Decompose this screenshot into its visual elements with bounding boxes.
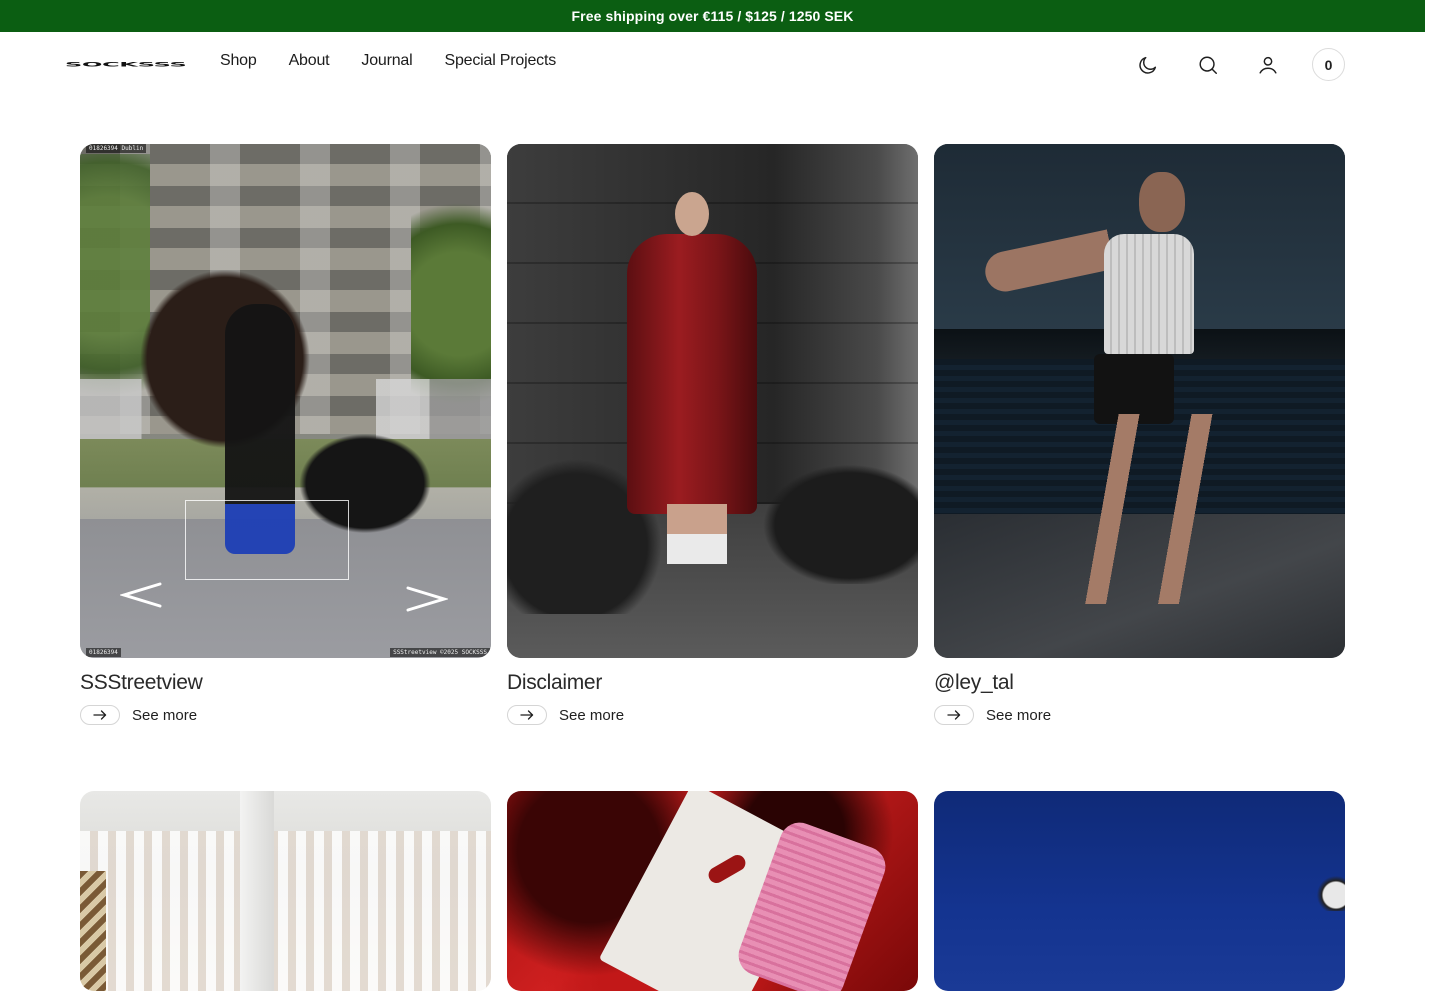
search-button[interactable]	[1192, 49, 1224, 81]
see-more-label: See more	[132, 706, 198, 724]
photo-curtain	[80, 831, 491, 991]
main-nav: Shop About Journal Special Projects	[220, 52, 556, 70]
user-icon	[1259, 56, 1277, 74]
arrow-right-icon	[934, 705, 974, 725]
photo-model-head	[1139, 172, 1185, 232]
project-card-disclaimer: Disclaimer See more	[507, 144, 918, 725]
nav-item-special-projects[interactable]: Special Projects	[444, 52, 556, 70]
photo-striped-fabric	[80, 871, 106, 991]
search-icon	[1199, 55, 1217, 74]
project-card	[80, 791, 491, 991]
project-image-disclaimer[interactable]	[507, 144, 918, 658]
cart-count: 0	[1324, 56, 1333, 73]
photo-helmet	[1315, 871, 1345, 911]
photo-crocodile	[748, 454, 918, 584]
see-more-link[interactable]: See more	[507, 705, 918, 725]
project-title[interactable]: @ley_tal	[934, 670, 1345, 696]
photo-model-head	[675, 192, 709, 236]
streetview-id-tag: 01826394	[86, 648, 121, 657]
see-more-label: See more	[986, 706, 1052, 724]
see-more-link[interactable]: See more	[934, 705, 1345, 725]
logo[interactable]: SOCKSSS	[65, 58, 187, 70]
project-card	[934, 791, 1345, 991]
project-image-ssstreetview[interactable]: 01826394 Dublin 01826394 SSStreetview ©2…	[80, 144, 491, 658]
see-more-link[interactable]: See more	[80, 705, 491, 725]
project-title[interactable]: Disclaimer	[507, 670, 918, 696]
photo-red-coat	[627, 234, 757, 514]
project-image[interactable]	[507, 791, 918, 991]
projects-grid: 01826394 Dublin 01826394 SSStreetview ©2…	[80, 144, 1345, 991]
nav-item-journal[interactable]: Journal	[361, 52, 412, 70]
arrow-right-icon	[80, 705, 120, 725]
project-card-ley-tal: @ley_tal See more	[934, 144, 1345, 725]
nav-item-about[interactable]: About	[289, 52, 330, 70]
project-image[interactable]	[80, 791, 491, 991]
see-more-label: See more	[559, 706, 625, 724]
logo-text: SOCKSSS	[65, 60, 187, 68]
cart-button[interactable]: 0	[1312, 48, 1345, 81]
nav-item-shop[interactable]: Shop	[220, 52, 257, 70]
project-card	[507, 791, 918, 991]
photo-beam	[240, 791, 274, 991]
streetview-location-tag: 01826394 Dublin	[86, 144, 147, 153]
shipping-banner: Free shipping over €115 / $125 / 1250 SE…	[0, 0, 1425, 32]
streetview-copyright-tag: SSStreetview ©2025 SOCKSSS	[390, 648, 490, 657]
next-arrow-icon[interactable]	[404, 584, 448, 614]
header-actions: 0	[1104, 48, 1345, 81]
moon-icon	[1139, 56, 1157, 74]
project-image-ley-tal[interactable]	[934, 144, 1345, 658]
project-image[interactable]	[934, 791, 1345, 991]
theme-toggle-button[interactable]	[1132, 49, 1164, 81]
project-card-ssstreetview: 01826394 Dublin 01826394 SSStreetview ©2…	[80, 144, 491, 725]
photo-model-legs	[667, 504, 727, 564]
account-button[interactable]	[1252, 49, 1284, 81]
site-header: SOCKSSS Shop About Journal Special Proje…	[0, 32, 1425, 96]
focus-frame	[185, 500, 349, 580]
photo-model-legs	[1084, 414, 1224, 604]
arrow-right-icon	[507, 705, 547, 725]
prev-arrow-icon[interactable]	[120, 580, 164, 610]
project-title[interactable]: SSStreetview	[80, 670, 491, 696]
shipping-banner-text: Free shipping over €115 / $125 / 1250 SE…	[571, 8, 854, 24]
photo-striped-shirt	[1104, 234, 1194, 354]
